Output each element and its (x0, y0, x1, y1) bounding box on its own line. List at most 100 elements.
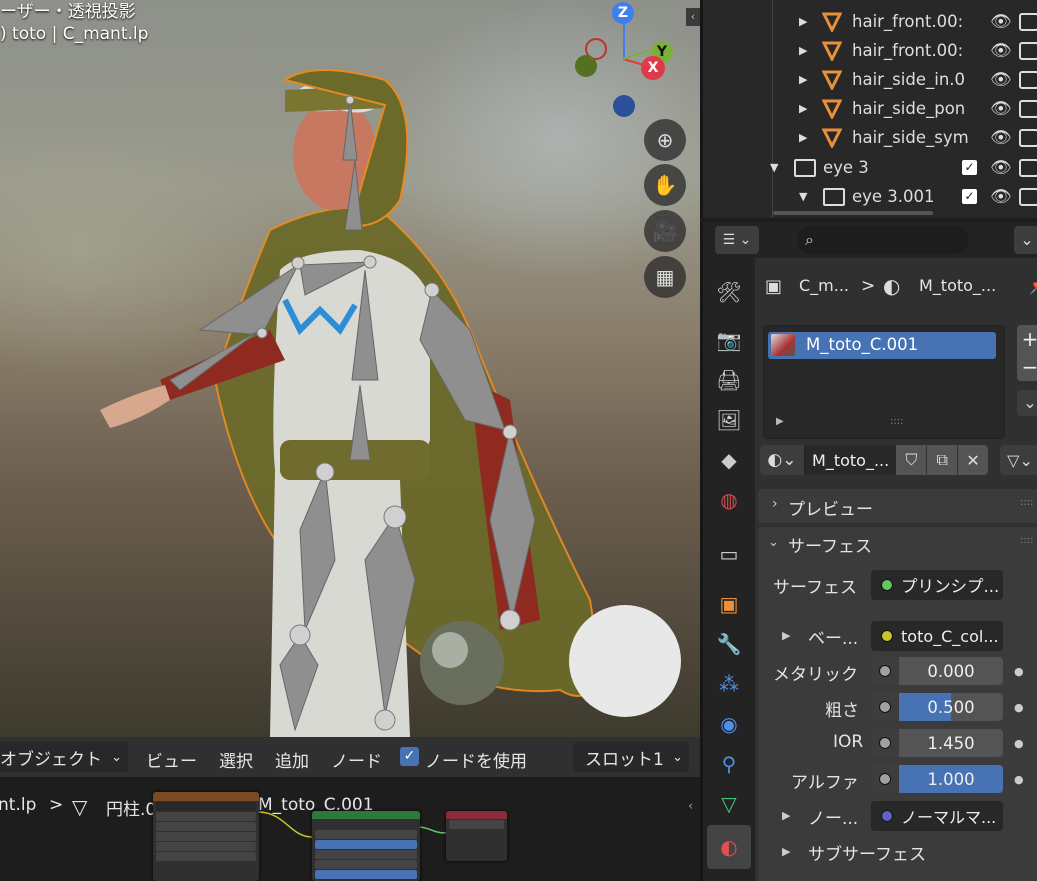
link-mode-dropdown[interactable]: ▽⌄ (1000, 445, 1037, 475)
gizmo-neg-y[interactable] (575, 55, 597, 77)
base-color-input[interactable]: toto_C_col... (871, 621, 1003, 651)
duplicate-material-icon[interactable]: ⧉ (926, 445, 958, 475)
pin-icon[interactable]: 📌 (1029, 276, 1037, 295)
outliner-row[interactable]: ▶ hair_front.00: 👁 (703, 36, 1037, 65)
roughness-socket[interactable] (871, 693, 899, 721)
expand-arrow-icon[interactable]: ▶ (782, 809, 790, 822)
render-camera-icon[interactable] (1019, 12, 1037, 31)
object-tab-icon[interactable]: ▣ (713, 588, 745, 620)
material-slot-item[interactable]: M_toto_C.001 (768, 332, 996, 359)
material-tab-icon[interactable]: ◐ (707, 825, 751, 869)
output-tab-icon[interactable]: 🖨 (713, 364, 745, 396)
gizmo-x-axis[interactable]: X (641, 56, 665, 80)
exclude-checkbox[interactable]: ✓ (962, 189, 977, 204)
perspective-grid-icon[interactable]: ▦ (644, 256, 686, 298)
camera-view-icon[interactable]: 🎥 (644, 210, 686, 252)
visibility-eye-icon[interactable]: 👁 (990, 158, 1012, 178)
drag-handle-icon[interactable]: :::: (1020, 535, 1033, 546)
data-tab-icon[interactable]: ▽ (713, 788, 745, 820)
collection-tab-icon[interactable]: ▭ (713, 538, 745, 570)
browse-material-button[interactable]: ◐⌄ (760, 445, 804, 475)
normal-input[interactable]: ノーマルマ... (871, 801, 1003, 831)
list-expand-arrow-icon[interactable]: ▶ (776, 416, 784, 427)
visibility-eye-icon[interactable]: 👁 (990, 12, 1012, 32)
metallic-socket[interactable] (871, 657, 899, 685)
collapse-arrow-icon[interactable]: ▼ (770, 161, 778, 174)
visibility-eye-icon[interactable]: 👁 (990, 128, 1012, 148)
ior-socket[interactable] (871, 729, 899, 757)
material-name-field[interactable]: M_toto_... (803, 445, 897, 475)
visibility-eye-icon[interactable]: 👁 (990, 70, 1012, 90)
particles-tab-icon[interactable]: ⁂ (713, 668, 745, 700)
modifier-tab-icon[interactable]: 🔧 (713, 628, 745, 660)
navigation-gizmo[interactable]: Z Y X (570, 0, 680, 125)
slot-specials-dropdown[interactable]: ⌄ (1017, 390, 1037, 416)
remove-slot-button[interactable]: − (1017, 353, 1037, 381)
expand-arrow-icon[interactable]: ▶ (799, 15, 807, 28)
expand-arrow-icon[interactable]: ▶ (782, 845, 790, 858)
metallic-field[interactable]: 0.000 (899, 657, 1003, 685)
expand-arrow-icon[interactable]: ▶ (799, 73, 807, 86)
render-camera-icon[interactable] (1019, 41, 1037, 60)
surface-shader-selector[interactable]: プリンシプ... (871, 570, 1003, 600)
visibility-eye-icon[interactable]: 👁 (990, 187, 1012, 207)
fake-user-shield-icon[interactable]: ⛉ (896, 445, 927, 475)
editor-type-dropdown[interactable]: ☰ ⌄ (715, 226, 759, 254)
constraints-tab-icon[interactable]: ⚲ (713, 748, 745, 780)
panel-preview-header[interactable]: › プレビュー :::: (758, 489, 1037, 523)
outliner-scrollbar[interactable] (773, 211, 933, 215)
material-slot-list[interactable]: M_toto_C.001 ▶ :::: (763, 325, 1005, 439)
options-dropdown[interactable]: ⌄ (1014, 226, 1037, 254)
gizmo-z-axis[interactable]: Z (612, 2, 634, 24)
expand-arrow-icon[interactable]: ▶ (799, 44, 807, 57)
panel-expand-arrow-icon[interactable]: ⌄ (768, 535, 779, 550)
pan-hand-icon[interactable]: ✋ (644, 164, 686, 206)
search-input[interactable]: ⌕ (797, 226, 969, 254)
outliner-row[interactable]: ▶ hair_front.00: 👁 (703, 7, 1037, 36)
expand-arrow-icon[interactable]: ▶ (782, 629, 790, 642)
outliner-row[interactable]: ▼ eye 3 ✓ 👁 (703, 153, 1037, 182)
render-camera-icon[interactable] (1019, 70, 1037, 89)
render-camera-icon[interactable] (1019, 128, 1037, 147)
scene-tab-icon[interactable]: ◆ (713, 444, 745, 476)
outliner-row[interactable]: ▶ hair_side_sym 👁 (703, 123, 1037, 152)
outliner[interactable]: ▶ hair_front.00: 👁 ▶ hair_front.00: 👁 ▶ … (700, 0, 1037, 218)
render-camera-icon[interactable] (1019, 187, 1037, 206)
visibility-eye-icon[interactable]: 👁 (990, 99, 1012, 119)
collapse-arrow-icon[interactable]: ▼ (799, 190, 807, 203)
outliner-row[interactable]: ▶ hair_side_pon 👁 (703, 94, 1037, 123)
gizmo-neg-z[interactable] (613, 95, 635, 117)
shader-node-editor[interactable]: オブジェクト ⌄ ビュー 選択 追加 ノード ✓ ノードを使用 スロット1 ⌄ … (0, 737, 700, 881)
alpha-socket[interactable] (871, 765, 899, 793)
add-slot-button[interactable]: + (1017, 325, 1037, 353)
material-output-node[interactable] (446, 811, 507, 861)
3d-viewport[interactable]: ーザー・透視投影 ) toto | C_mant.lp Z Y X ⊕ ✋ 🎥 … (0, 0, 700, 737)
render-tab-icon[interactable]: 📷 (713, 324, 745, 356)
drag-handle-icon[interactable]: :::: (1020, 497, 1033, 508)
view-layer-tab-icon[interactable]: 🖼 (713, 404, 745, 436)
subsurface-subpanel[interactable]: サブサーフェス (808, 840, 926, 865)
ior-field[interactable]: 1.450 (899, 729, 1003, 757)
world-tab-icon[interactable]: ◍ (713, 484, 745, 516)
tool-tab-icon[interactable]: 🛠 (713, 276, 745, 308)
keyframe-dot-icon[interactable]: ● (1014, 665, 1024, 678)
principled-bsdf-node[interactable] (312, 811, 420, 881)
visibility-eye-icon[interactable]: 👁 (990, 41, 1012, 61)
keyframe-dot-icon[interactable]: ● (1014, 773, 1024, 786)
exclude-checkbox[interactable]: ✓ (962, 160, 977, 175)
roughness-slider[interactable]: 0.500 (899, 693, 1003, 721)
list-resize-handle[interactable]: :::: (890, 416, 903, 427)
keyframe-dot-icon[interactable]: ● (1014, 701, 1024, 714)
expand-arrow-icon[interactable]: ▶ (799, 131, 807, 144)
outliner-row[interactable]: ▼ eye 3.001 ✓ 👁 (703, 182, 1037, 211)
unlink-close-icon[interactable]: ✕ (957, 445, 988, 475)
render-camera-icon[interactable] (1019, 158, 1037, 177)
image-texture-node[interactable] (153, 792, 259, 881)
expand-arrow-icon[interactable]: ▶ (799, 102, 807, 115)
zoom-icon[interactable]: ⊕ (644, 119, 686, 161)
keyframe-dot-icon[interactable]: ● (1014, 737, 1024, 750)
alpha-slider[interactable]: 1.000 (899, 765, 1003, 793)
physics-tab-icon[interactable]: ◉ (713, 708, 745, 740)
sidebar-toggle-icon[interactable]: ‹ (686, 8, 700, 26)
render-camera-icon[interactable] (1019, 99, 1037, 118)
